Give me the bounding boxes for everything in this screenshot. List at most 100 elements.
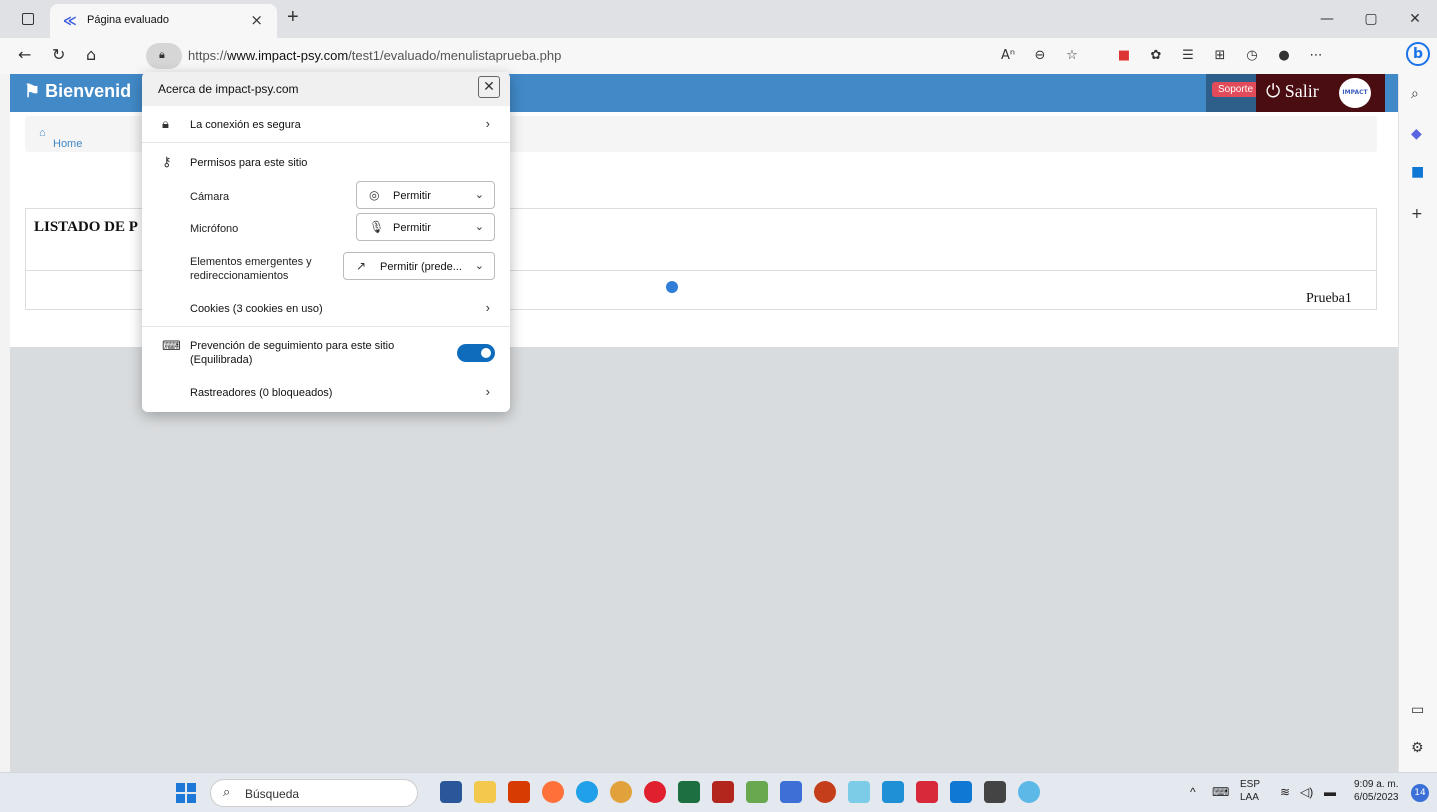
extensions-icon[interactable]: ✿: [1140, 43, 1172, 69]
site-info-popup: Acerca de impact-psy.com ✕ 🔒︎ La conexió…: [142, 72, 510, 412]
logout-text: Salir: [1284, 81, 1319, 101]
cookies-text: Cookies (3 cookies en uso): [190, 303, 323, 315]
permissions-header-row: ⚷ Permisos para este sitio: [142, 152, 510, 176]
close-window-icon[interactable]: ✕: [1393, 0, 1437, 38]
volume-icon[interactable]: ◁): [1300, 785, 1313, 799]
favorites-icon[interactable]: ☰: [1172, 43, 1204, 69]
lang-2: LAA: [1240, 792, 1259, 803]
search-icon: ⌕: [223, 785, 231, 800]
mail-icon[interactable]: [780, 781, 802, 803]
ie-icon: [666, 281, 678, 293]
add-sidebar-icon[interactable]: +: [1411, 206, 1423, 222]
restore-icon[interactable]: ▢: [1349, 0, 1393, 38]
refresh-icon[interactable]: ↻: [52, 45, 65, 64]
extension-red-icon[interactable]: ■: [1108, 43, 1140, 69]
calendar-app-icon[interactable]: [916, 781, 938, 803]
site-info-button[interactable]: 🔒︎: [146, 43, 182, 69]
firefox-icon[interactable]: [542, 781, 564, 803]
chevron-down-icon: ⌄: [474, 221, 484, 233]
new-tab-icon[interactable]: +: [287, 6, 299, 29]
search-icon[interactable]: ⌕: [1411, 86, 1419, 102]
sidebar-toggle-icon[interactable]: ▭: [1411, 702, 1424, 718]
collections-icon[interactable]: ⊞: [1204, 43, 1236, 69]
prime-video-icon[interactable]: [882, 781, 904, 803]
globe-app-icon[interactable]: [1018, 781, 1040, 803]
connection-row[interactable]: 🔒︎ La conexión es segura ›: [142, 114, 510, 140]
notification-badge[interactable]: 14: [1411, 784, 1429, 802]
tracking-toggle[interactable]: [457, 344, 495, 362]
close-tab-icon[interactable]: ×: [250, 11, 263, 29]
mic-value: Permitir: [393, 222, 431, 234]
popup-title: Acerca de impact-psy.com: [158, 82, 299, 96]
breadcrumb-home[interactable]: ⌂ Home: [39, 127, 82, 150]
outlook-icon[interactable]: [950, 781, 972, 803]
toggle-knob: [481, 348, 491, 358]
zoom-icon[interactable]: ⊖: [1024, 43, 1056, 69]
url-path: /test1/evaluado/menulistaprueba.php: [348, 48, 562, 63]
camera-select[interactable]: ◎ Permitir ⌄: [356, 181, 495, 209]
popup-header: Acerca de impact-psy.com: [142, 72, 510, 106]
powerpoint-icon[interactable]: [814, 781, 836, 803]
lock-icon: 🔒︎: [162, 116, 169, 131]
file-explorer-icon[interactable]: [474, 781, 496, 803]
support-button[interactable]: Soporte: [1212, 82, 1260, 97]
sidebar-settings-icon[interactable]: ⚙: [1411, 740, 1424, 756]
cookies-row[interactable]: Cookies (3 cookies en uso) ›: [142, 297, 510, 323]
connection-text: La conexión es segura: [190, 119, 301, 131]
clock-date: 6/05/2023: [1354, 792, 1399, 803]
minimize-icon[interactable]: —: [1305, 0, 1349, 38]
mic-select[interactable]: 🎙︎ Permitir ⌄: [356, 213, 495, 241]
opera-icon[interactable]: [644, 781, 666, 803]
popup-close-button[interactable]: ✕: [478, 76, 500, 98]
home-icon[interactable]: ⌂: [86, 45, 96, 64]
more-menu-icon[interactable]: ⋯: [1300, 43, 1332, 69]
brand-text: Bienvenid: [45, 81, 132, 101]
chevron-down-icon: ⌄: [474, 260, 484, 272]
outlook-icon[interactable]: ■: [1411, 164, 1424, 180]
address-bar[interactable]: 🔒︎ https://www.impact-psy.com/test1/eval…: [146, 43, 1096, 69]
copilot-shape-icon[interactable]: ◆: [1411, 126, 1422, 142]
favorite-star-icon[interactable]: ☆: [1056, 43, 1088, 69]
taskbar-search[interactable]: ⌕ Búsqueda: [210, 779, 418, 807]
camera-icon: ◎: [369, 188, 380, 202]
media-player-icon[interactable]: [984, 781, 1006, 803]
filezilla-icon[interactable]: [712, 781, 734, 803]
battery-icon[interactable]: ▬: [1324, 785, 1336, 799]
clock-time[interactable]: 9:09 a. m.: [1354, 779, 1398, 790]
site-favicon-icon: ≪: [63, 14, 77, 29]
chevron-down-icon: ⌄: [474, 189, 484, 201]
lang-1[interactable]: ESP: [1240, 779, 1260, 790]
read-aloud-icon[interactable]: Aⁿ: [992, 43, 1024, 69]
logout-button[interactable]: ⏻ Salir IMPACT: [1256, 74, 1385, 112]
url-text[interactable]: https://www.impact-psy.com/test1/evaluad…: [188, 48, 561, 63]
toolbar-icons: Aⁿ ⊖ ☆ ■ ✿ ☰ ⊞ ◷ ● ⋯: [992, 43, 1332, 69]
acrobat-icon[interactable]: [508, 781, 530, 803]
word-icon[interactable]: [440, 781, 462, 803]
profile-avatar[interactable]: ●: [1268, 43, 1300, 69]
windows-start-icon[interactable]: [176, 783, 196, 803]
tab-title: Página evaluado: [87, 14, 169, 26]
chrome-icon[interactable]: [610, 781, 632, 803]
chevron-right-icon: ›: [485, 116, 490, 131]
tab-actions-icon[interactable]: [22, 13, 34, 25]
popups-select[interactable]: ↗ Permitir (prede... ⌄: [343, 252, 495, 280]
mic-label: Micrófono: [190, 223, 239, 235]
test-link[interactable]: Prueba1: [666, 281, 1352, 306]
search-placeholder: Búsqueda: [245, 787, 300, 801]
edge-icon[interactable]: [576, 781, 598, 803]
permissions-header: Permisos para este sitio: [190, 157, 308, 169]
tab-active[interactable]: ≪ Página evaluado ×: [50, 4, 277, 38]
trackers-row[interactable]: Rastreadores (0 bloqueados) ›: [142, 380, 510, 406]
tracking-row: ⌨ Prevención de seguimiento para este si…: [142, 334, 510, 372]
bing-copilot-icon[interactable]: b: [1406, 42, 1430, 66]
wifi-icon[interactable]: ≋: [1280, 785, 1290, 799]
microphone-icon: 🎙︎: [369, 220, 385, 234]
notepad-icon[interactable]: [746, 781, 768, 803]
keyboard-icon[interactable]: ⌨: [1212, 785, 1229, 799]
chevron-right-icon: ›: [485, 384, 490, 399]
paint-icon[interactable]: [848, 781, 870, 803]
history-icon[interactable]: ◷: [1236, 43, 1268, 69]
tray-chevron-icon[interactable]: ^: [1190, 785, 1196, 799]
excel-icon[interactable]: [678, 781, 700, 803]
back-icon[interactable]: ←: [18, 45, 31, 64]
